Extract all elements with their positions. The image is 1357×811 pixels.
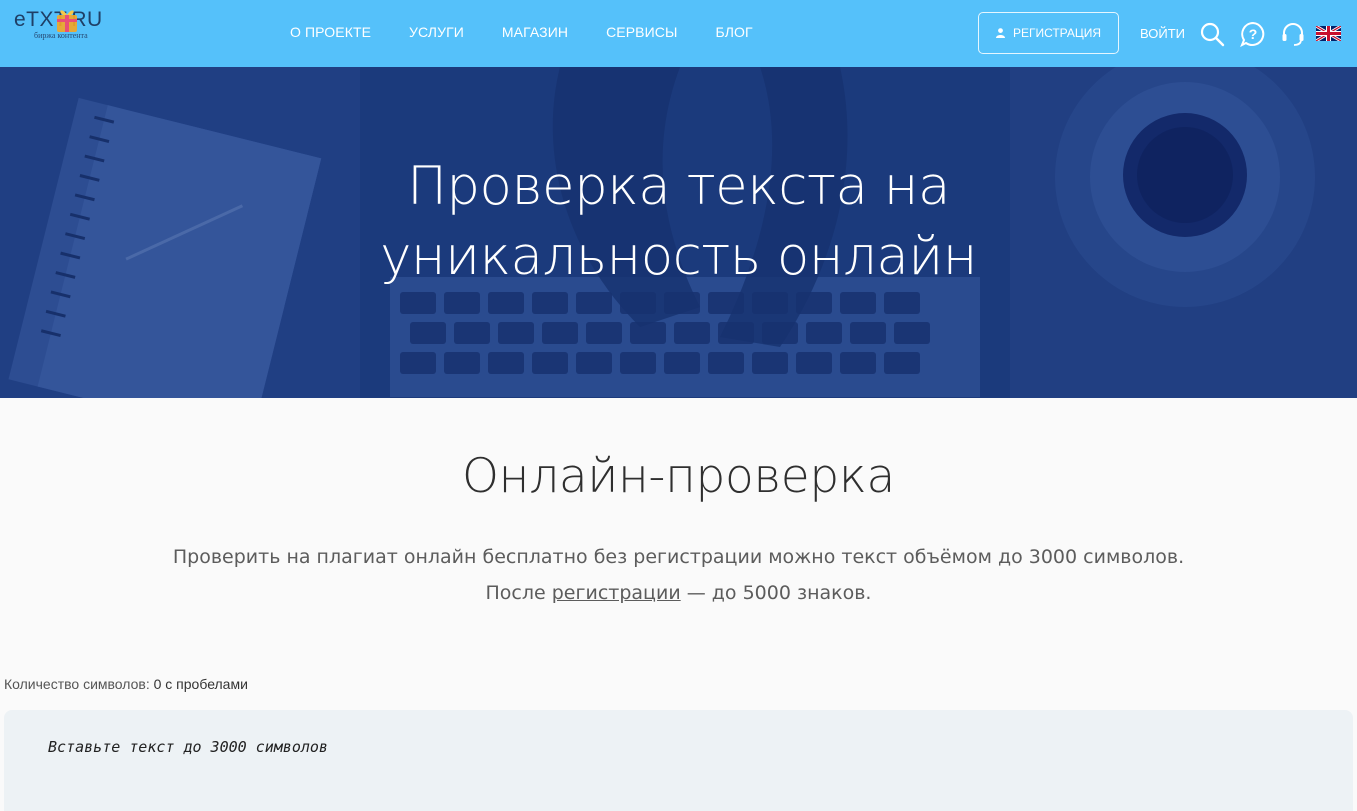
hero-banner: Проверка текста на уникальность онлайн bbox=[0, 67, 1357, 398]
char-count-value: 0 с пробелами bbox=[153, 676, 248, 692]
nav-shop[interactable]: МАГАЗИН bbox=[502, 24, 568, 40]
hero-title-line2: уникальность онлайн bbox=[380, 226, 977, 287]
search-icon[interactable] bbox=[1199, 21, 1225, 47]
nav-about[interactable]: О ПРОЕКТЕ bbox=[290, 24, 371, 40]
registration-link[interactable]: регистрации bbox=[552, 582, 681, 604]
hero-title-line1: Проверка текста на bbox=[407, 156, 950, 217]
user-icon bbox=[995, 28, 1005, 38]
section-title: Онлайн-проверка bbox=[461, 449, 896, 504]
register-label: РЕГИСТРАЦИЯ bbox=[1012, 26, 1102, 40]
char-count: Количество символов: 0 с пробелами bbox=[4, 676, 248, 692]
section-description: Проверить на плагиат онлайн бесплатно бе… bbox=[0, 539, 1357, 611]
help-icon[interactable]: ? bbox=[1240, 21, 1266, 47]
login-link[interactable]: ВОЙТИ bbox=[1140, 26, 1185, 41]
logo-subtitle: биржа контента bbox=[34, 31, 88, 40]
description-line2-before: После bbox=[485, 582, 552, 604]
description-line1: Проверить на плагиат онлайн бесплатно бе… bbox=[172, 546, 1185, 568]
uk-flag-icon[interactable] bbox=[1316, 26, 1341, 41]
headset-icon[interactable] bbox=[1280, 21, 1306, 47]
svg-text:?: ? bbox=[1249, 26, 1258, 42]
nav-services[interactable]: УСЛУГИ bbox=[409, 24, 464, 40]
top-header: eTXT.RU биржа контента О ПРОЕКТЕ УСЛУГИ … bbox=[0, 0, 1357, 67]
hero-title: Проверка текста на уникальность онлайн bbox=[0, 152, 1357, 292]
char-count-label: Количество символов: bbox=[4, 676, 150, 692]
nav-blog[interactable]: БЛОГ bbox=[715, 24, 752, 40]
site-logo[interactable]: eTXT.RU биржа контента bbox=[14, 6, 126, 44]
description-line2-after: — до 5000 знаков. bbox=[680, 582, 872, 604]
logo-gift-icon bbox=[57, 10, 77, 32]
main-nav: О ПРОЕКТЕ УСЛУГИ МАГАЗИН СЕРВИСЫ БЛОГ bbox=[290, 24, 791, 40]
nav-tools[interactable]: СЕРВИСЫ bbox=[606, 24, 677, 40]
text-input-area[interactable] bbox=[4, 710, 1353, 811]
register-button[interactable]: РЕГИСТРАЦИЯ bbox=[978, 12, 1119, 54]
